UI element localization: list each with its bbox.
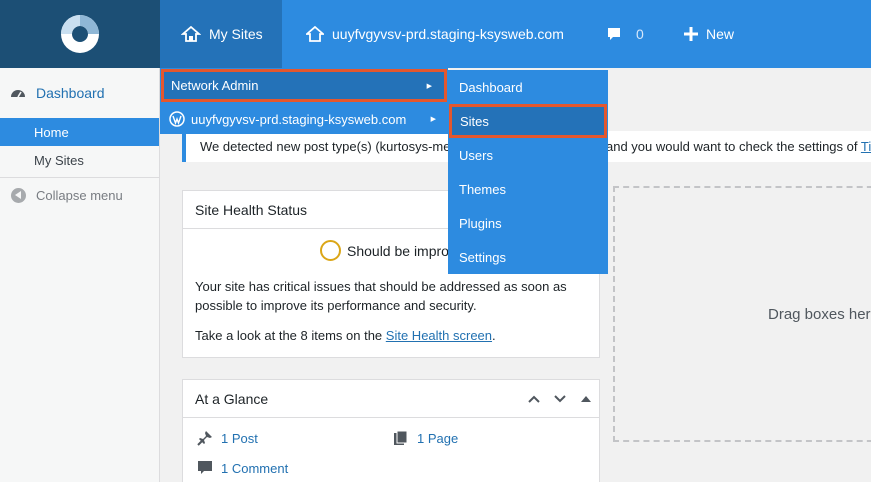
sidebar-item-home[interactable]: Home — [0, 118, 159, 146]
glance-pages-label: 1 Page — [417, 430, 459, 446]
health-items-prefix: Take a look at the 8 items on the — [195, 328, 383, 343]
notice-text-end-wrap: and you would want to check the settings… — [606, 139, 871, 154]
submenu-item-dashboard[interactable]: Dashboard — [448, 70, 608, 104]
submenu-item-plugins[interactable]: Plugins — [448, 206, 608, 240]
comments-count: 0 — [636, 26, 644, 42]
sidebar-dashboard-label: Dashboard — [36, 85, 105, 101]
site-logo[interactable] — [0, 0, 160, 68]
site-menu-label: uuyfvgyvsv-prd.staging-ksysweb.com — [191, 111, 407, 127]
my-sites-menu[interactable]: My Sites — [160, 0, 282, 68]
dashboard-icon — [11, 90, 25, 98]
plus-icon — [684, 27, 698, 41]
health-items-suffix: . — [492, 328, 496, 343]
sidebar-item-my-sites[interactable]: My Sites — [0, 146, 159, 178]
network-admin-submenu: Dashboard Sites Users Themes Plugins Set… — [448, 70, 608, 274]
site-health-link[interactable]: Site Health screen — [386, 328, 492, 343]
health-ring-icon — [320, 240, 341, 261]
collapse-menu-button[interactable]: Collapse menu — [0, 178, 159, 212]
submenu-item-themes[interactable]: Themes — [448, 172, 608, 206]
submenu-item-settings[interactable]: Settings — [448, 240, 608, 274]
sidebar-item-dashboard[interactable]: Dashboard — [0, 68, 159, 118]
site-menu-item[interactable]: uuyfvgyvsv-prd.staging-ksysweb.com ▶ — [160, 103, 448, 135]
logo-icon — [61, 15, 99, 53]
network-admin-label: Network Admin — [171, 78, 259, 93]
health-status: Should be improve — [320, 240, 464, 261]
comments-menu[interactable]: 0 — [606, 0, 644, 68]
submenu-arrow-icon: ▶ — [426, 82, 432, 90]
site-name-label: uuyfvgyvsv-prd.staging-ksysweb.com — [332, 26, 564, 42]
widget-handles — [521, 380, 599, 418]
submenu-arrow-icon: ▶ — [430, 116, 436, 123]
admin-bar: My Sites uuyfvgyvsv-prd.staging-ksysweb.… — [0, 0, 871, 68]
notice-settings-link[interactable]: Ti — [861, 139, 871, 154]
site-health-title: Site Health Status — [195, 201, 308, 218]
chevron-down-icon — [554, 394, 566, 402]
collapse-label: Collapse menu — [36, 187, 123, 203]
notice-text-start: We detected new post type(s) (kurtosys-m… — [200, 139, 451, 154]
admin-sidebar: Dashboard Home My Sites Collapse menu — [0, 68, 160, 482]
health-status-text: Should be improve — [347, 242, 464, 259]
comment-icon — [198, 461, 212, 474]
submenu-item-sites[interactable]: Sites — [449, 104, 607, 138]
health-items-text: Take a look at the 8 items on the Site H… — [195, 328, 496, 343]
notice-text-end: and you would want to check the settings… — [606, 139, 858, 154]
wordpress-icon — [169, 111, 185, 127]
drag-boxes-dropzone[interactable]: Drag boxes her — [613, 186, 871, 442]
collapse-icon — [11, 187, 26, 203]
at-a-glance-title: At a Glance — [195, 390, 269, 407]
chevron-up-icon — [528, 395, 540, 403]
submenu-item-users[interactable]: Users — [448, 138, 608, 172]
toggle-panel-button[interactable] — [573, 380, 599, 418]
caret-up-icon — [581, 395, 591, 402]
new-content-menu[interactable]: New — [684, 0, 734, 68]
move-down-button[interactable] — [547, 380, 573, 418]
at-a-glance-header[interactable]: At a Glance — [183, 380, 599, 418]
my-sites-flyout: Network Admin ▶ uuyfvgyvsv-prd.staging-k… — [160, 68, 448, 134]
dropzone-text: Drag boxes her — [768, 306, 871, 323]
my-sites-icon — [181, 26, 201, 42]
site-name-menu[interactable]: uuyfvgyvsv-prd.staging-ksysweb.com — [306, 0, 564, 68]
pages-icon — [394, 430, 408, 445]
glance-comments-label: 1 Comment — [221, 460, 289, 476]
pin-icon — [197, 431, 212, 446]
glance-posts-link[interactable]: 1 Post — [197, 430, 258, 446]
glance-pages-link[interactable]: 1 Page — [393, 430, 458, 446]
my-sites-label: My Sites — [209, 26, 263, 42]
comment-icon — [608, 28, 620, 40]
new-label: New — [706, 26, 735, 42]
glance-posts-label: 1 Post — [221, 430, 258, 446]
glance-comments-link[interactable]: 1 Comment — [197, 460, 288, 476]
move-up-button[interactable] — [521, 380, 547, 418]
network-admin-menu-item[interactable]: Network Admin ▶ — [161, 69, 447, 102]
home-icon — [306, 26, 324, 42]
health-description: Your site has critical issues that shoul… — [195, 279, 567, 313]
at-a-glance-widget: At a Glance 1 Post 1 Page 1 Comment — [182, 379, 600, 482]
